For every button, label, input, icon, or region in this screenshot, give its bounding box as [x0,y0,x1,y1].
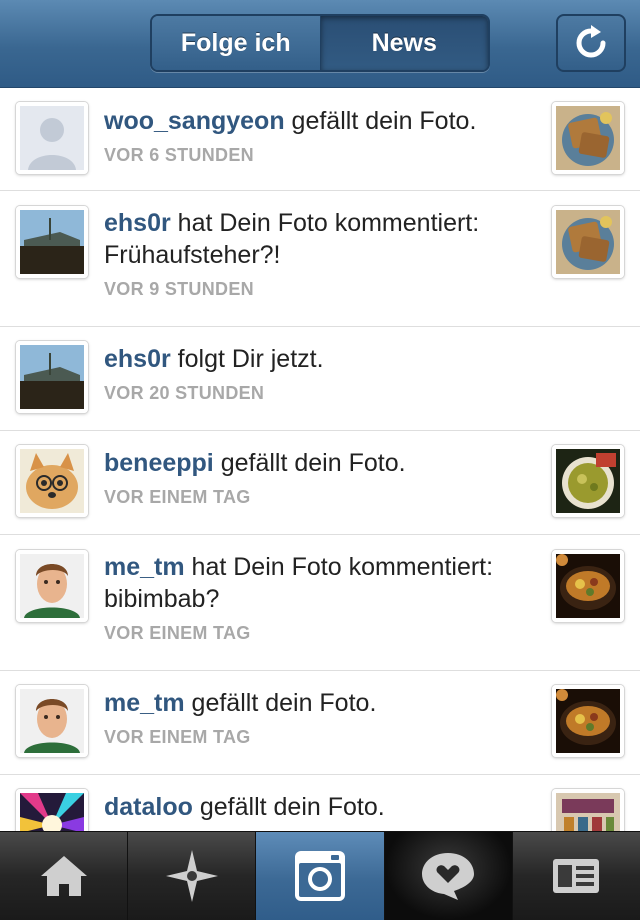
man-photo-icon [20,689,84,753]
photo-thumbnail[interactable] [552,206,624,278]
building-photo-icon [20,345,84,409]
top-navigation-bar: Folge ich News [0,0,640,88]
explore-icon [165,850,218,902]
avatar[interactable] [16,206,88,278]
tab-home[interactable] [0,832,129,920]
photo-thumbnail[interactable] [552,789,624,831]
building-photo-icon [20,210,84,274]
avatar[interactable] [16,102,88,174]
bibimbap-photo-icon [556,689,620,753]
refresh-icon [576,25,606,58]
timestamp: VOR 9 STUNDEN [104,279,254,299]
avatar[interactable] [16,341,88,413]
timestamp: VOR EINEM TAG [104,623,251,643]
username-link[interactable]: dataloo [104,793,193,821]
list-item[interactable]: me_tm hat Dein Foto kommentiert: bibimba… [0,535,640,671]
news-icon [422,853,475,900]
refresh-button[interactable] [556,14,626,72]
activity-text: beneeppi gefällt dein Foto. [104,449,406,477]
avatar[interactable] [16,550,88,622]
timestamp: VOR 6 STUNDEN [104,145,254,165]
activity-text: woo_sangyeon gefällt dein Foto. [104,107,477,135]
soup-photo-icon [556,449,620,513]
starburst-photo-icon [20,793,84,831]
username-link[interactable]: ehs0r [104,209,171,237]
activity-text: me_tm hat Dein Foto kommentiert: bibimba… [104,553,494,613]
list-item[interactable]: ehs0r hat Dein Foto kommentiert: Frühauf… [0,191,640,327]
tab-camera[interactable] [256,832,385,920]
activity-text: ehs0r hat Dein Foto kommentiert: Frühauf… [104,209,480,269]
default-avatar-icon [20,106,84,170]
camera-icon [295,851,345,901]
profile-icon [553,859,600,893]
timestamp: VOR EINEM TAG [104,487,251,507]
list-item[interactable]: ehs0r folgt Dir jetzt. VOR 20 STUNDEN [0,327,640,431]
photo-thumbnail[interactable] [552,685,624,757]
toast-photo-icon [556,106,620,170]
tab-following[interactable]: Folge ich [152,16,320,70]
tab-news[interactable]: News [319,16,488,70]
avatar[interactable] [16,445,88,517]
activity-text: ehs0r folgt Dir jetzt. [104,345,324,373]
list-item[interactable]: dataloo gefällt dein Foto. [0,775,640,831]
username-link[interactable]: beneeppi [104,449,214,477]
avatar[interactable] [16,789,88,831]
list-item[interactable]: beneeppi gefällt dein Foto. VOR EINEM TA… [0,431,640,535]
shop-photo-icon [556,793,620,831]
tab-profile[interactable] [513,832,640,920]
activity-text: me_tm gefällt dein Foto. [104,689,377,717]
username-link[interactable]: me_tm [104,689,185,717]
activity-text: dataloo gefällt dein Foto. [104,793,385,821]
news-feed-list[interactable]: woo_sangyeon gefällt dein Foto. VOR 6 ST… [0,89,640,831]
username-link[interactable]: ehs0r [104,345,171,373]
tab-explore[interactable] [128,832,257,920]
photo-thumbnail[interactable] [552,102,624,174]
tab-news-activity[interactable] [384,832,513,920]
bottom-tab-bar [0,831,640,920]
username-link[interactable]: me_tm [104,553,185,581]
home-icon [40,856,87,896]
photo-thumbnail[interactable] [552,445,624,517]
photo-thumbnail[interactable] [552,550,624,622]
man-photo-icon [20,554,84,618]
avatar[interactable] [16,685,88,757]
dog-photo-icon [20,449,84,513]
toast-photo-icon [556,210,620,274]
timestamp: VOR 20 STUNDEN [104,383,265,403]
timestamp: VOR EINEM TAG [104,727,251,747]
username-link[interactable]: woo_sangyeon [104,107,285,135]
list-item[interactable]: me_tm gefällt dein Foto. VOR EINEM TAG [0,671,640,775]
bibimbap-photo-icon [556,554,620,618]
list-item[interactable]: woo_sangyeon gefällt dein Foto. VOR 6 ST… [0,89,640,191]
feed-segmented-control: Folge ich News [150,14,490,72]
